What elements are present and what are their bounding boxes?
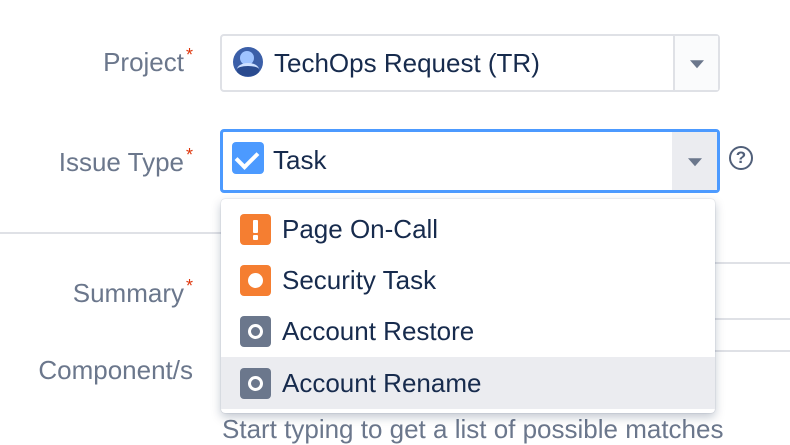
components-field-edge [712, 350, 790, 352]
project-label: Project * [103, 45, 193, 77]
project-dropdown-button[interactable] [673, 36, 718, 90]
required-asterisk: * [185, 145, 193, 165]
account-icon [240, 316, 271, 347]
dropdown-item-account-restore[interactable]: Account Restore [221, 305, 715, 357]
dropdown-item-label: Account Rename [282, 368, 482, 398]
chevron-down-icon [687, 158, 702, 167]
dropdown-item-security-task[interactable]: Security Task [221, 254, 715, 306]
issue-type-select[interactable]: Task [220, 129, 720, 193]
issue-type-dropdown-menu: Page On-Call Security Task Account Resto… [221, 199, 715, 413]
project-value: TechOps Request (TR) [274, 48, 540, 78]
chevron-down-icon [689, 60, 704, 69]
issue-type-dropdown-button[interactable] [672, 132, 717, 190]
required-asterisk: * [185, 45, 193, 65]
components-label: Component/s [38, 355, 193, 385]
dropdown-item-page-on-call[interactable]: Page On-Call [221, 203, 715, 255]
issue-type-value: Task [273, 145, 327, 175]
help-icon[interactable]: ? [729, 146, 753, 170]
summary-label: Summary * [72, 276, 193, 308]
exclamation-icon [240, 214, 271, 245]
dropdown-item-account-rename[interactable]: Account Rename [221, 357, 715, 409]
issue-type-label: Issue Type * [58, 145, 193, 177]
components-hint: Start typing to get a list of possible m… [222, 414, 724, 444]
summary-field-edge [712, 318, 790, 320]
dropdown-item-label: Account Restore [282, 316, 475, 346]
project-select[interactable]: TechOps Request (TR) [220, 34, 720, 92]
security-circle-icon [240, 265, 271, 296]
summary-field-edge [712, 262, 790, 264]
account-icon [240, 368, 271, 399]
required-asterisk: * [185, 276, 193, 296]
dropdown-item-label: Page On-Call [282, 214, 439, 244]
task-checkbox-icon [232, 142, 264, 174]
project-avatar-icon [233, 47, 263, 77]
divider [0, 232, 221, 234]
dropdown-item-label: Security Task [282, 265, 437, 295]
